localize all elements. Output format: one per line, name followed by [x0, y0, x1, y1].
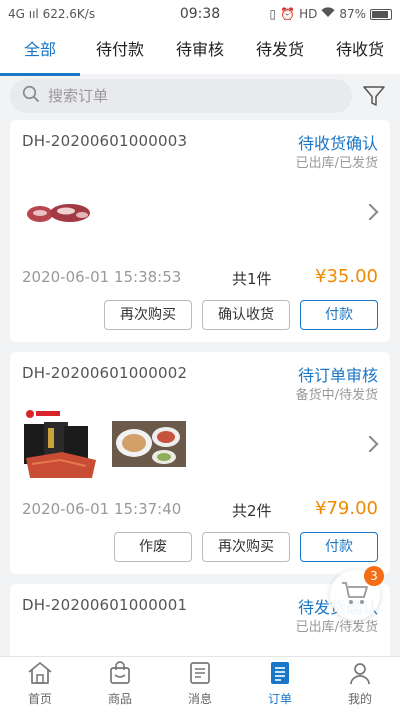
buy-again-button[interactable]: 再次购买	[104, 300, 192, 330]
chevron-right-icon[interactable]	[361, 203, 379, 221]
nav-home[interactable]: 首页	[0, 657, 80, 711]
bag-icon	[108, 661, 132, 688]
wifi-icon	[321, 7, 335, 21]
alarm-icon: ⏰	[280, 7, 296, 21]
nav-profile[interactable]: 我的	[320, 657, 400, 711]
bottom-navigation: 首页 商品 消息 订单 我的	[0, 656, 400, 711]
order-status: 待收货确认	[297, 134, 378, 153]
product-image	[112, 421, 186, 471]
battery-level: 87%	[339, 7, 366, 21]
profile-icon	[348, 661, 372, 688]
battery-icon	[370, 8, 392, 20]
cart-icon	[341, 580, 369, 610]
nav-orders[interactable]: 订单	[240, 657, 320, 711]
nav-label: 商品	[107, 692, 132, 706]
tab-pending-receipt[interactable]: 待收货	[320, 28, 400, 74]
order-price: ¥79.00	[315, 498, 378, 519]
product-image	[22, 408, 100, 484]
product-image	[22, 194, 100, 234]
nav-label: 订单	[267, 692, 292, 706]
network-speed: 4G ııl 622.6K/s	[8, 7, 96, 21]
filter-icon[interactable]	[358, 80, 390, 112]
order-number: DH-20200601000002	[22, 364, 188, 382]
item-count: 共1件	[232, 270, 272, 288]
tab-all[interactable]: 全部	[0, 28, 80, 76]
search-input[interactable]	[48, 87, 340, 105]
order-status: 待订单审核	[297, 366, 378, 385]
order-card[interactable]: DH-20200601000003 待收货确认 已出库/已发货 2020-06-…	[10, 120, 390, 342]
order-date: 2020-06-01 15:38:53	[22, 268, 182, 286]
cart-count-badge: 3	[364, 566, 384, 586]
tab-pending-shipment[interactable]: 待发货	[240, 28, 320, 74]
hd-label: HD	[299, 7, 318, 21]
vibrate-icon: ▯	[269, 7, 277, 21]
order-substatus: 已出库/已发货	[295, 156, 378, 171]
order-substatus: 备货中/待发货	[295, 388, 378, 403]
pay-button[interactable]: 付款	[300, 532, 378, 562]
order-number: DH-20200601000003	[22, 132, 188, 150]
goods-thumbnails	[22, 194, 100, 234]
nav-label: 消息	[187, 692, 212, 706]
status-bar: 4G ııl 622.6K/s 09:38 ▯ ⏰ HD 87%	[0, 0, 400, 28]
order-icon	[269, 661, 291, 688]
nav-label: 首页	[27, 692, 52, 706]
item-count: 共2件	[232, 502, 272, 520]
tab-pending-review[interactable]: 待审核	[160, 28, 240, 74]
tab-pending-payment[interactable]: 待付款	[80, 28, 160, 74]
order-tabs: 全部 待付款 待审核 待发货 待收货	[0, 28, 400, 76]
void-button[interactable]: 作废	[114, 532, 192, 562]
buy-again-button[interactable]: 再次购买	[202, 532, 290, 562]
order-price: ¥35.00	[315, 266, 378, 287]
order-substatus: 已出库/待发货	[295, 620, 378, 635]
nav-products[interactable]: 商品	[80, 657, 160, 711]
chevron-right-icon[interactable]	[361, 435, 379, 453]
nav-messages[interactable]: 消息	[160, 657, 240, 711]
nav-label: 我的	[347, 692, 372, 706]
floating-cart-button[interactable]: 3	[330, 566, 384, 620]
order-date: 2020-06-01 15:37:40	[22, 500, 182, 518]
search-box	[10, 79, 352, 113]
pay-button[interactable]: 付款	[300, 300, 378, 330]
order-list: DH-20200601000003 待收货确认 已出库/已发货 2020-06-…	[10, 120, 390, 711]
home-icon	[27, 661, 53, 688]
confirm-receipt-button[interactable]: 确认收货	[202, 300, 290, 330]
order-number: DH-20200601000001	[22, 596, 188, 614]
search-row	[0, 74, 400, 118]
message-icon	[189, 661, 211, 688]
search-icon	[22, 85, 40, 107]
goods-thumbnails	[22, 408, 186, 484]
order-card[interactable]: DH-20200601000002 待订单审核 备货中/待发货 2020-06-…	[10, 352, 390, 574]
